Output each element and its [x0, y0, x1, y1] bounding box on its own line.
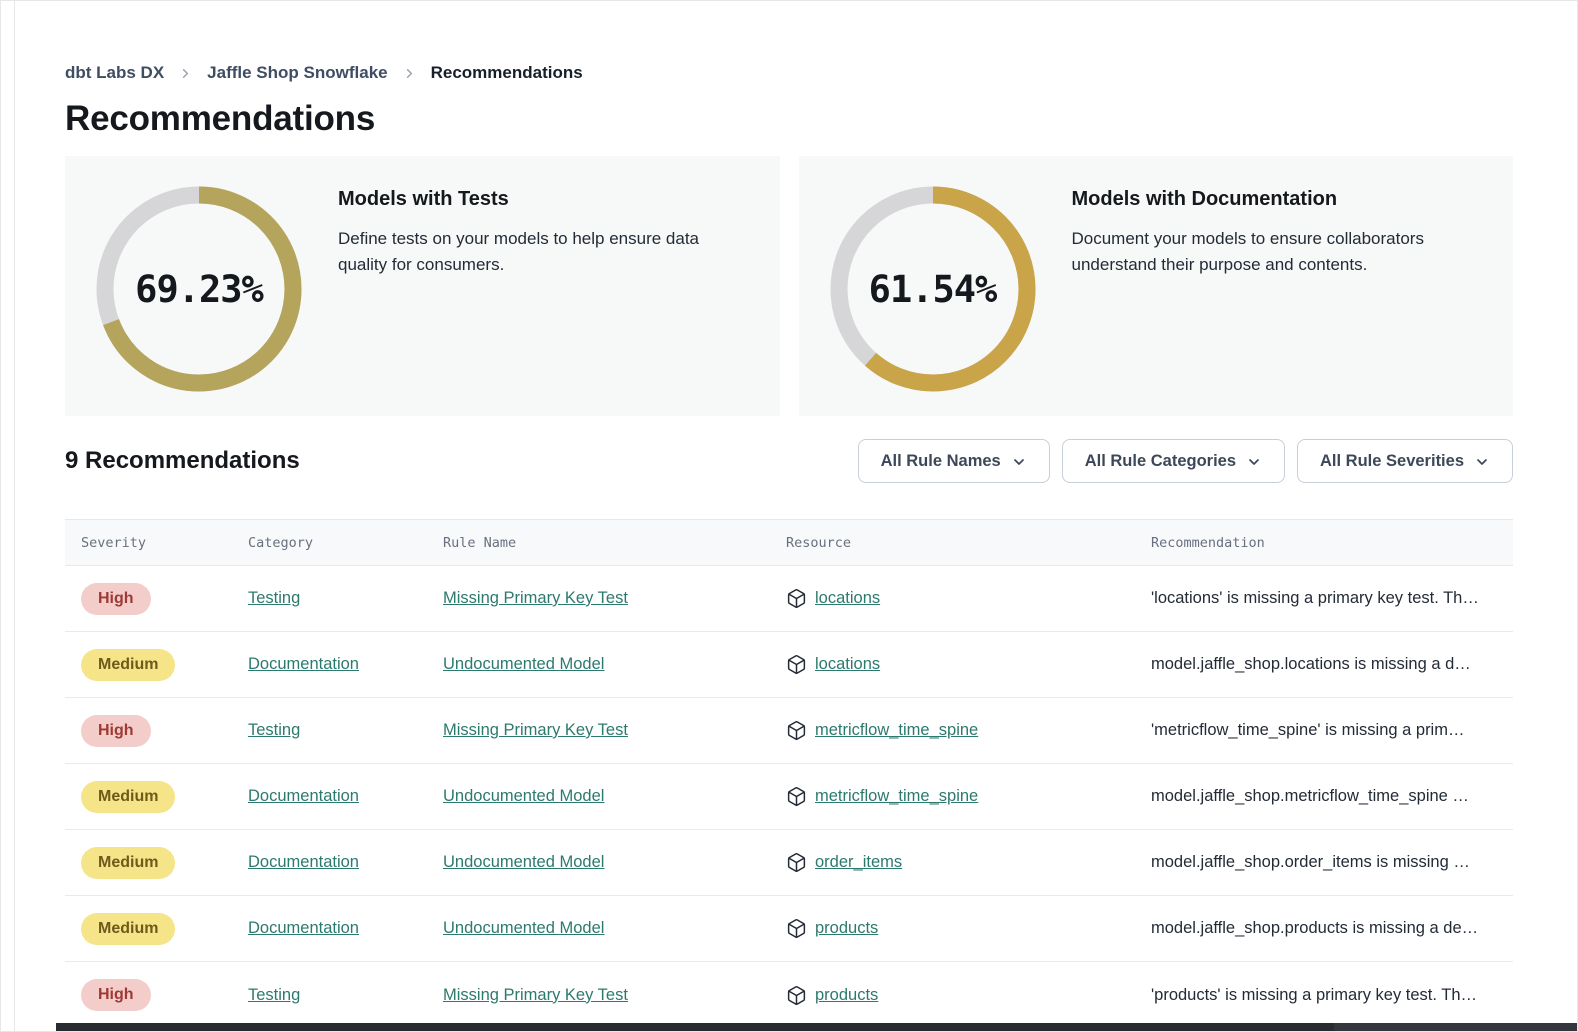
- category-link[interactable]: Documentation: [248, 919, 359, 937]
- model-cube-icon: [786, 588, 807, 609]
- chevron-down-icon: [1011, 454, 1027, 470]
- chevron-right-icon: [178, 66, 193, 81]
- rule-name-link[interactable]: Undocumented Model: [443, 655, 604, 673]
- table-row: Medium Documentation Undocumented Model …: [65, 764, 1513, 830]
- recommendation-text: model.jaffle_shop.order_items is missing…: [1151, 853, 1513, 872]
- table-row: Medium Documentation Undocumented Model …: [65, 632, 1513, 698]
- filter-label: All Rule Names: [881, 452, 1001, 471]
- models-with-documentation-card: 61.54% Models with Documentation Documen…: [799, 156, 1514, 416]
- table-row: Medium Documentation Undocumented Model …: [65, 896, 1513, 962]
- category-link[interactable]: Testing: [248, 986, 300, 1004]
- recommendation-text: model.jaffle_shop.products is missing a …: [1151, 919, 1513, 938]
- filter-bar: All Rule Names All Rule Categories All R…: [858, 439, 1513, 483]
- table-row: High Testing Missing Primary Key Test pr…: [65, 962, 1513, 1028]
- category-link[interactable]: Documentation: [248, 787, 359, 805]
- model-cube-icon: [786, 720, 807, 741]
- category-link[interactable]: Testing: [248, 721, 300, 739]
- chevron-right-icon: [402, 66, 417, 81]
- model-cube-icon: [786, 985, 807, 1006]
- rule-categories-filter-dropdown[interactable]: All Rule Categories: [1062, 439, 1285, 483]
- recommendations-count-heading: 9 Recommendations: [65, 447, 300, 475]
- resource-link[interactable]: products: [815, 919, 878, 938]
- column-header-resource: Resource: [786, 535, 1151, 551]
- table-row: Medium Documentation Undocumented Model …: [65, 830, 1513, 896]
- card-title: Models with Documentation: [1072, 188, 1462, 211]
- filter-label: All Rule Severities: [1320, 452, 1464, 471]
- breadcrumb-project-link[interactable]: Jaffle Shop Snowflake: [207, 63, 387, 83]
- rule-name-link[interactable]: Undocumented Model: [443, 787, 604, 805]
- recommendation-text: 'locations' is missing a primary key tes…: [1151, 589, 1513, 608]
- breadcrumb-current-page: Recommendations: [431, 63, 583, 83]
- recommendation-text: model.jaffle_shop.locations is missing a…: [1151, 655, 1513, 674]
- resource-link[interactable]: locations: [815, 655, 880, 674]
- chevron-down-icon: [1246, 454, 1262, 470]
- panel-divider: [14, 1, 15, 1031]
- main-content: dbt Labs DX Jaffle Shop Snowflake Recomm…: [65, 1, 1513, 1028]
- chevron-down-icon: [1474, 454, 1490, 470]
- breadcrumb: dbt Labs DX Jaffle Shop Snowflake Recomm…: [65, 1, 1513, 83]
- filter-label: All Rule Categories: [1085, 452, 1236, 471]
- metric-cards: 69.23% Models with Tests Define tests on…: [65, 156, 1513, 416]
- column-header-rule-name: Rule Name: [443, 535, 786, 551]
- tests-percent-value: 69.23%: [93, 183, 305, 395]
- severity-badge: High: [81, 979, 151, 1011]
- resource-link[interactable]: metricflow_time_spine: [815, 721, 978, 740]
- model-cube-icon: [786, 852, 807, 873]
- resource-link[interactable]: locations: [815, 589, 880, 608]
- rule-name-link[interactable]: Undocumented Model: [443, 853, 604, 871]
- category-link[interactable]: Documentation: [248, 853, 359, 871]
- models-with-tests-card: 69.23% Models with Tests Define tests on…: [65, 156, 780, 416]
- rule-severities-filter-dropdown[interactable]: All Rule Severities: [1297, 439, 1513, 483]
- table-row: High Testing Missing Primary Key Test me…: [65, 698, 1513, 764]
- resource-link[interactable]: products: [815, 986, 878, 1005]
- column-header-severity: Severity: [65, 535, 248, 551]
- column-header-recommendation: Recommendation: [1151, 535, 1513, 551]
- severity-badge: Medium: [81, 913, 175, 945]
- breadcrumb-account-link[interactable]: dbt Labs DX: [65, 63, 164, 83]
- rule-name-link[interactable]: Missing Primary Key Test: [443, 721, 628, 739]
- severity-badge: Medium: [81, 649, 175, 681]
- recommendations-table: Severity Category Rule Name Resource Rec…: [65, 519, 1513, 1028]
- severity-badge: High: [81, 715, 151, 747]
- table-header-row: Severity Category Rule Name Resource Rec…: [65, 520, 1513, 566]
- table-row: High Testing Missing Primary Key Test lo…: [65, 566, 1513, 632]
- documentation-donut-chart: 61.54%: [827, 183, 1039, 395]
- recommendation-text: 'products' is missing a primary key test…: [1151, 986, 1513, 1005]
- rule-name-link[interactable]: Missing Primary Key Test: [443, 986, 628, 1004]
- model-cube-icon: [786, 786, 807, 807]
- recommendation-text: 'metricflow_time_spine' is missing a pri…: [1151, 721, 1513, 740]
- resource-link[interactable]: metricflow_time_spine: [815, 787, 978, 806]
- resource-link[interactable]: order_items: [815, 853, 902, 872]
- bottom-scrollbar[interactable]: [56, 1023, 1577, 1031]
- card-title: Models with Tests: [338, 188, 752, 211]
- category-link[interactable]: Testing: [248, 589, 300, 607]
- model-cube-icon: [786, 654, 807, 675]
- column-header-category: Category: [248, 535, 443, 551]
- documentation-percent-value: 61.54%: [827, 183, 1039, 395]
- page-title: Recommendations: [65, 99, 1513, 139]
- recommendation-text: model.jaffle_shop.metricflow_time_spine …: [1151, 787, 1513, 806]
- severity-badge: Medium: [81, 847, 175, 879]
- model-cube-icon: [786, 918, 807, 939]
- category-link[interactable]: Documentation: [248, 655, 359, 673]
- severity-badge: High: [81, 583, 151, 615]
- rule-name-link[interactable]: Undocumented Model: [443, 919, 604, 937]
- card-description: Document your models to ensure collabora…: [1072, 226, 1462, 279]
- card-description: Define tests on your models to help ensu…: [338, 226, 752, 279]
- tests-donut-chart: 69.23%: [93, 183, 305, 395]
- rule-name-link[interactable]: Missing Primary Key Test: [443, 589, 628, 607]
- severity-badge: Medium: [81, 781, 175, 813]
- rule-names-filter-dropdown[interactable]: All Rule Names: [858, 439, 1050, 483]
